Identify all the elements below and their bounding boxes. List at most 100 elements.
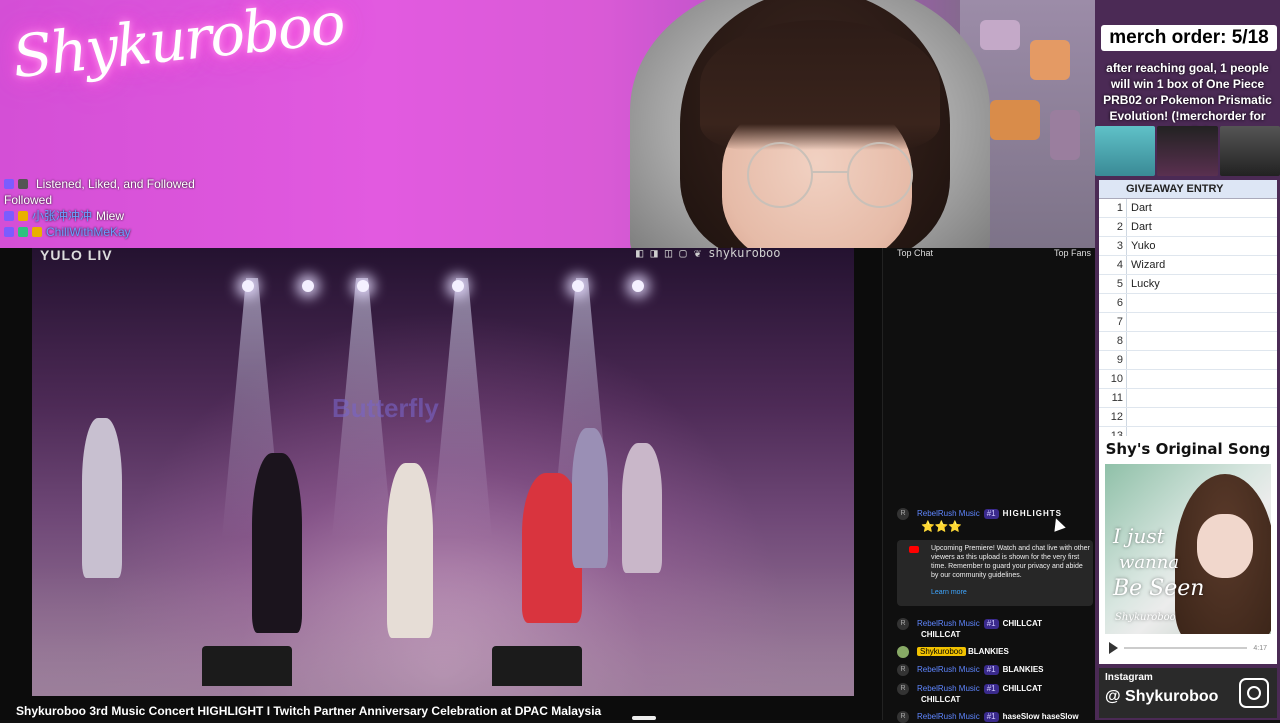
- song-duration: 4:17: [1253, 644, 1267, 652]
- row-number: 6: [1099, 294, 1127, 312]
- handle-text: shykuroboo: [708, 246, 781, 260]
- merch-thumb: [1095, 126, 1156, 176]
- check-badge-icon: [18, 227, 28, 237]
- stage-lamp: [357, 280, 369, 292]
- cam-chat-line: ChillWithMeKay: [4, 224, 195, 240]
- youtube-icon: [909, 546, 919, 553]
- avatar: R: [897, 683, 909, 695]
- entry-name: [1127, 389, 1131, 407]
- stage-lamp: [452, 280, 464, 292]
- row-number: 9: [1099, 351, 1127, 369]
- chat-text: BLANKIES: [1002, 665, 1044, 675]
- video-player[interactable]: Butterfly YULO LIV ◧ ◨ ◫ ▢ ❦ shykuroboo …: [0, 246, 882, 720]
- song-player: 4:17: [1105, 640, 1271, 656]
- learn-more-link[interactable]: Learn more: [931, 588, 967, 597]
- chat-message: R RebelRush Music #1 haseSlow haseSlow: [897, 711, 1097, 723]
- emote-badge-icon: [18, 211, 28, 221]
- chat-username[interactable]: RebelRush Music: [917, 684, 980, 693]
- gift-badge-icon: [18, 179, 28, 189]
- sub-badge-icon: [4, 211, 14, 221]
- chat-text: HIGHLIGHTS: [1002, 509, 1062, 519]
- entry-name: [1127, 294, 1131, 312]
- song-cover-art: I just wanna Be Seen Shykuroboo: [1105, 464, 1271, 634]
- entry-name: Yuko: [1131, 240, 1156, 252]
- avatar: R: [897, 711, 909, 723]
- chat-username-owner[interactable]: Shykuroboo: [917, 647, 966, 657]
- stage-light: [432, 278, 492, 538]
- giveaway-row: 2 Dart: [1099, 218, 1277, 237]
- entry-name: [1127, 332, 1131, 350]
- giveaway-row: 7: [1099, 313, 1277, 332]
- progress-scrubber[interactable]: [632, 716, 656, 720]
- singer-black-dress: [252, 453, 302, 633]
- chat-username[interactable]: RebelRush Music: [917, 665, 980, 674]
- giveaway-row: 6: [1099, 294, 1277, 313]
- cam-chat-line: 小张冲冲冲 Miew: [4, 208, 195, 224]
- instagram-banner: Instagram @ Shykuroboo: [1099, 668, 1277, 718]
- cam-chat-message: Listened, Liked, and Followed: [36, 177, 195, 191]
- chat-text: BLANKIES: [967, 647, 1009, 657]
- chat-text: CHILLCAT: [1002, 619, 1043, 629]
- bassist: [622, 443, 662, 573]
- row-number: 3: [1099, 237, 1127, 255]
- streamer-bangs: [700, 20, 940, 150]
- instagram-icon: [1239, 678, 1269, 708]
- merch-thumb: [1157, 126, 1218, 176]
- avatar: R: [897, 664, 909, 676]
- stage-floor: [32, 566, 854, 696]
- right-info-panel: merch order: 5/18 after reaching goal, 1…: [1095, 0, 1280, 720]
- cover-lyric: wanna: [1119, 552, 1180, 573]
- live-chat-panel: Top Chat Top Fans R RebelRush Music #1 HIGH…: [882, 248, 1101, 723]
- chat-message: R RebelRush Music #1 CHILLCAT CHILLCAT: [897, 618, 1097, 640]
- original-song-widget: Shy's Original Song I just wanna Be Seen…: [1099, 436, 1277, 664]
- glasses-icon: [747, 142, 913, 208]
- chat-message: R RebelRush Music #1 BLANKIES: [897, 664, 1097, 676]
- cam-chat-line: Listened, Liked, and Followed: [4, 176, 195, 192]
- top-fans-tab[interactable]: Top Fans: [1054, 248, 1091, 260]
- avatar: R: [897, 618, 909, 630]
- merch-order-counter: merch order: 5/18: [1101, 25, 1277, 51]
- stage-lamp: [302, 280, 314, 292]
- chat-text: CHILLCAT: [1002, 684, 1043, 694]
- notice-text: Upcoming Premiere! Watch and chat live w…: [931, 545, 1090, 579]
- row-number: 8: [1099, 332, 1127, 350]
- cam-chat-user: 小张冲冲冲: [32, 209, 93, 223]
- cover-lyric: I just: [1113, 524, 1165, 548]
- concert-video[interactable]: Butterfly: [32, 248, 854, 696]
- chat-message: Shykuroboo BLANKIES: [897, 646, 1097, 658]
- video-title: Shykuroboo 3rd Music Concert HIGHLIGHT I…: [16, 704, 602, 718]
- emote-badge-icon: [32, 227, 42, 237]
- stage-monitor: [492, 646, 582, 686]
- member-badge: #1: [983, 619, 999, 630]
- entry-name: [1127, 408, 1131, 426]
- entry-name: Dart: [1131, 202, 1152, 214]
- chat-username[interactable]: RebelRush Music: [917, 619, 980, 628]
- entry-name: Dart: [1131, 221, 1152, 233]
- row-number: 10: [1099, 370, 1127, 388]
- cam-chat-overlay: Listened, Liked, and Followed Followed 小…: [4, 176, 195, 240]
- giveaway-row: 8: [1099, 332, 1277, 351]
- cam-chat-message: Followed: [4, 193, 53, 207]
- merch-thumb: [1219, 126, 1280, 176]
- row-number: 12: [1099, 408, 1127, 426]
- play-icon[interactable]: [1109, 642, 1118, 654]
- stage-lamp: [632, 280, 644, 292]
- top-chat-dropdown[interactable]: Top Chat: [897, 248, 933, 260]
- row-number: 11: [1099, 389, 1127, 407]
- entry-name: Lucky: [1131, 278, 1160, 290]
- sub-badge-icon: [4, 179, 14, 189]
- chat-emotes: ⭐⭐⭐: [921, 521, 963, 533]
- stage-lamp: [242, 280, 254, 292]
- avatar: R: [897, 508, 909, 520]
- channel-logo: YULO LIV: [40, 247, 113, 263]
- instagram-label: Instagram: [1105, 672, 1153, 683]
- giveaway-row: 4 Wizard: [1099, 256, 1277, 275]
- singer-white-dress: [387, 463, 433, 638]
- chat-username[interactable]: RebelRush Music: [917, 509, 980, 518]
- song-progress[interactable]: [1124, 647, 1248, 649]
- giveaway-row: 12: [1099, 408, 1277, 427]
- premiere-notice: Upcoming Premiere! Watch and chat live w…: [897, 540, 1093, 606]
- chat-message: R RebelRush Music #1 CHILLCAT CHILLCAT: [897, 683, 1097, 705]
- stage-lamp: [572, 280, 584, 292]
- row-number: 5: [1099, 275, 1127, 293]
